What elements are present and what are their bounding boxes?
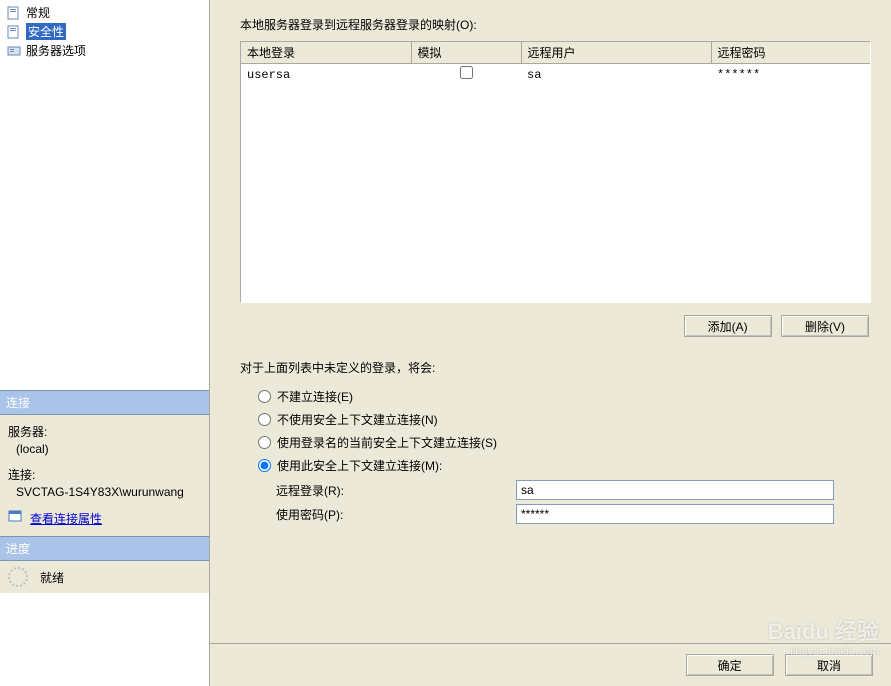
mapping-intro: 本地服务器登录到远程服务器登录的映射(O): xyxy=(240,16,871,33)
cell-remote-pwd[interactable]: ****** xyxy=(711,64,870,86)
use-password-label: 使用密码(P): xyxy=(276,506,516,523)
view-connection-properties-link[interactable]: 查看连接属性 xyxy=(30,510,102,527)
tree-item-general[interactable]: 常规 xyxy=(4,3,205,22)
add-button[interactable]: 添加(A) xyxy=(684,315,772,337)
progress-status: 就绪 xyxy=(40,569,64,586)
server-label: 服务器: xyxy=(8,423,201,440)
cell-local[interactable]: usersa xyxy=(241,64,411,86)
progress-row: 就绪 xyxy=(0,561,209,593)
progress-header: 进度 xyxy=(0,536,209,561)
cancel-button[interactable]: 取消 xyxy=(785,654,873,676)
remote-login-label: 远程登录(R): xyxy=(276,482,516,499)
tree-label: 常规 xyxy=(26,4,50,21)
ok-button[interactable]: 确定 xyxy=(686,654,774,676)
col-remote-user[interactable]: 远程用户 xyxy=(521,42,711,64)
properties-icon xyxy=(8,509,24,528)
tree-item-security[interactable]: 安全性 xyxy=(4,22,205,41)
connection-body: 服务器: (local) 连接: SVCTAG-1S4Y83X\wurunwan… xyxy=(0,415,209,536)
page-icon xyxy=(6,5,22,21)
col-local-login[interactable]: 本地登录 xyxy=(241,42,411,64)
spinner-icon xyxy=(8,567,28,587)
table-row[interactable]: usersa sa ****** xyxy=(241,64,870,86)
login-mapping-grid[interactable]: 本地登录 模拟 远程用户 远程密码 usersa sa ****** xyxy=(240,41,871,303)
server-value: (local) xyxy=(16,442,201,456)
remote-login-input[interactable] xyxy=(516,480,834,500)
connection-value: SVCTAG-1S4Y83X\wurunwang xyxy=(16,485,201,499)
dialog-footer: 确定 取消 xyxy=(210,643,891,686)
use-password-input[interactable] xyxy=(516,504,834,524)
connection-mode-radios: 不建立连接(E) 不使用安全上下文建立连接(N) 使用登录名的当前安全上下文建立… xyxy=(258,388,871,474)
radio-use-this-security[interactable]: 使用此安全上下文建立连接(M): xyxy=(258,457,871,474)
undefined-login-label: 对于上面列表中未定义的登录，将会: xyxy=(240,359,871,376)
col-impersonate[interactable]: 模拟 xyxy=(411,42,521,64)
tree-item-server-options[interactable]: 服务器选项 xyxy=(4,41,205,60)
cell-impersonate[interactable] xyxy=(411,64,521,86)
connection-header: 连接 xyxy=(0,390,209,415)
nav-tree: 常规 安全性 服务器选项 xyxy=(0,0,209,390)
impersonate-checkbox[interactable] xyxy=(460,66,473,79)
delete-button[interactable]: 删除(V) xyxy=(781,315,869,337)
radio-no-security[interactable]: 不使用安全上下文建立连接(N) xyxy=(258,411,871,428)
radio-no-connect[interactable]: 不建立连接(E) xyxy=(258,388,871,405)
cell-remote-user[interactable]: sa xyxy=(521,64,711,86)
radio-current-security[interactable]: 使用登录名的当前安全上下文建立连接(S) xyxy=(258,434,871,451)
tree-label: 安全性 xyxy=(26,23,66,40)
server-icon xyxy=(6,43,22,59)
page-icon xyxy=(6,24,22,40)
col-remote-password[interactable]: 远程密码 xyxy=(711,42,870,64)
connection-label: 连接: xyxy=(8,466,201,483)
tree-label: 服务器选项 xyxy=(26,42,86,59)
